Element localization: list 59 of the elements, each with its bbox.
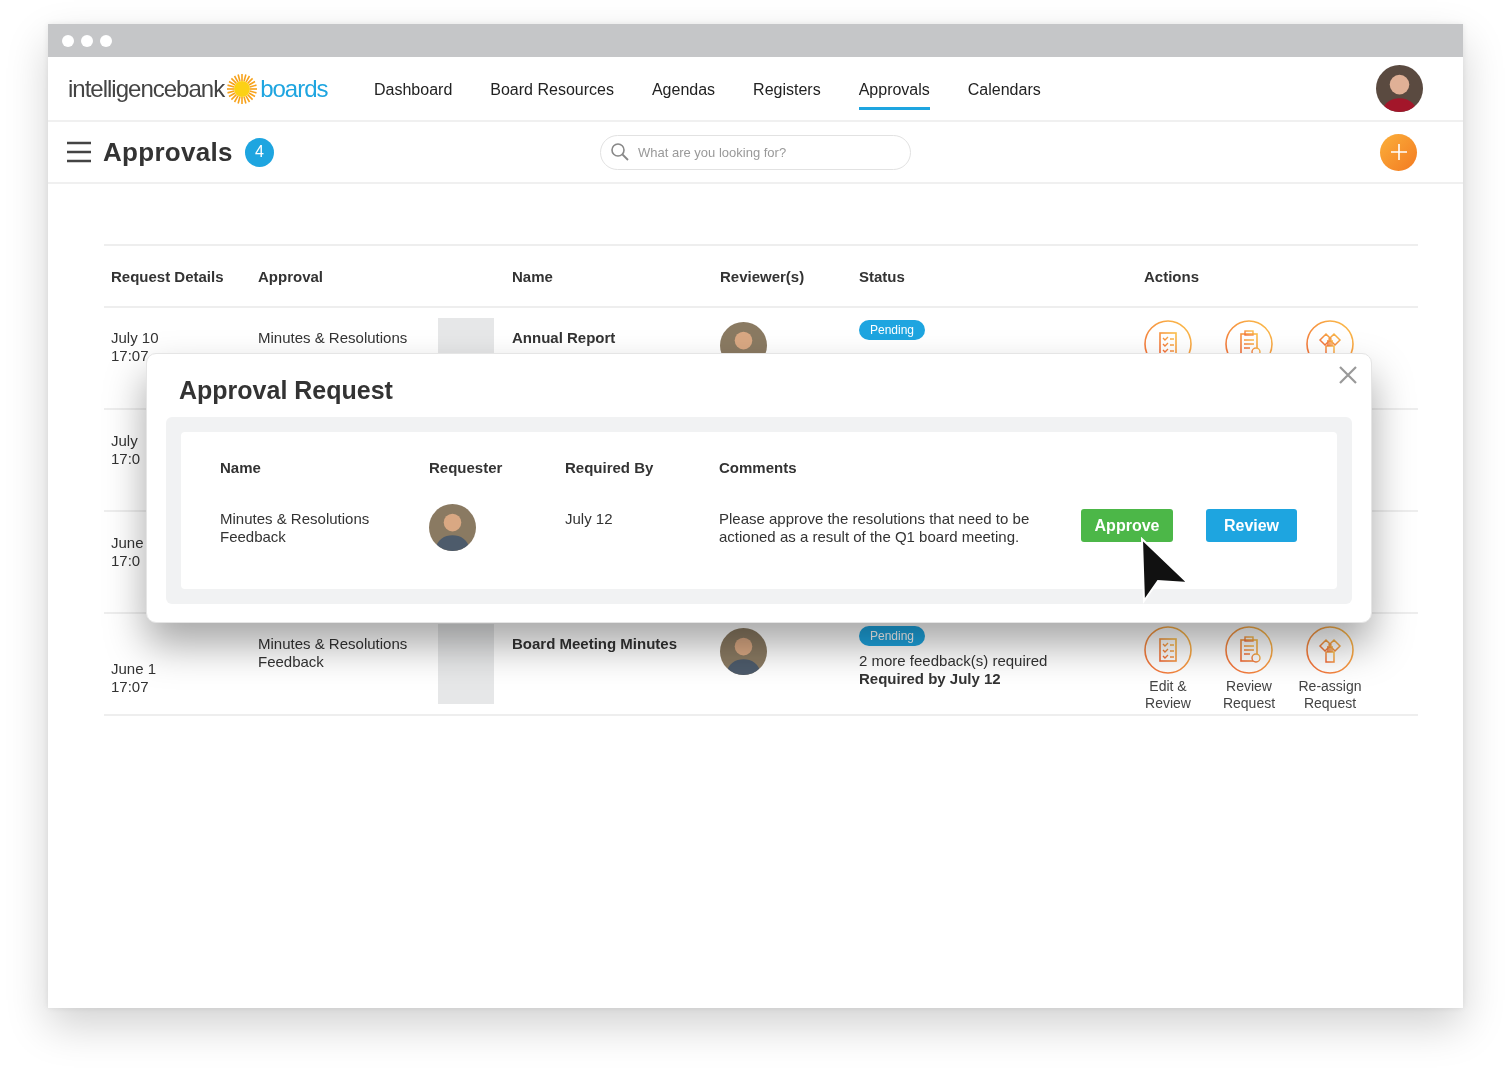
menu-icon[interactable] bbox=[67, 141, 91, 163]
request-name: Minutes & Resolutions Feedback bbox=[220, 510, 370, 545]
document-name: Board Meeting Minutes bbox=[512, 635, 677, 653]
user-avatar bbox=[720, 628, 767, 675]
column-header: Name bbox=[512, 267, 553, 285]
action-button[interactable]: Re-assign Request bbox=[1290, 626, 1370, 712]
plus-icon bbox=[1390, 144, 1407, 160]
time-text: 17:0 bbox=[111, 450, 141, 468]
window-dot-icon bbox=[100, 34, 112, 47]
action-button[interactable]: Edit & Review bbox=[1128, 626, 1208, 712]
document-name: Annual Report bbox=[512, 329, 616, 347]
due-text: Required by July 12 bbox=[859, 670, 1001, 688]
status-note: 2 more feedback(s) required bbox=[859, 652, 1048, 670]
user-avatar[interactable] bbox=[1376, 65, 1423, 112]
sun-logo-icon bbox=[226, 72, 259, 105]
checklist-icon bbox=[1144, 626, 1192, 674]
date-text: June bbox=[111, 534, 144, 552]
user-avatar bbox=[429, 504, 476, 551]
time-text: 17:07 bbox=[111, 347, 149, 365]
count-badge: 4 bbox=[244, 137, 274, 167]
column-header: Request Details bbox=[111, 267, 224, 285]
time-text: 17:0 bbox=[111, 552, 141, 570]
column-header: Reviewer(s) bbox=[720, 267, 805, 285]
clipboard-icon bbox=[1225, 626, 1273, 674]
column-header: Requester bbox=[429, 458, 503, 476]
column-header: Status bbox=[859, 267, 905, 285]
search-icon bbox=[611, 142, 629, 161]
page-title: Approvals bbox=[103, 136, 233, 168]
close-icon bbox=[1339, 366, 1357, 384]
nav-tab[interactable]: Dashboard bbox=[374, 67, 453, 110]
required-date: July 12 bbox=[565, 510, 613, 527]
status-badge: Pending bbox=[859, 626, 926, 646]
column-header: Actions bbox=[1144, 267, 1199, 285]
date-text: June 1 bbox=[111, 660, 157, 678]
nav-tab[interactable]: Approvals bbox=[858, 67, 930, 110]
nav-tab[interactable]: Registers bbox=[753, 67, 821, 110]
column-header: Approval bbox=[258, 267, 323, 285]
logo-product: boards bbox=[260, 74, 328, 103]
add-button[interactable] bbox=[1380, 133, 1417, 171]
hands-icon bbox=[1306, 626, 1354, 674]
date-text: July 10 bbox=[111, 329, 159, 347]
nav-tab[interactable]: Calendars bbox=[967, 67, 1041, 110]
nav-tab[interactable]: Agendas bbox=[651, 67, 716, 110]
window-dot-icon bbox=[81, 34, 93, 47]
nav-tab[interactable]: Board Resources bbox=[490, 67, 614, 110]
action-button[interactable]: Review Request bbox=[1209, 626, 1289, 712]
window-dot-icon bbox=[62, 34, 74, 47]
status-badge: Pending bbox=[859, 320, 926, 340]
column-header: Required By bbox=[565, 458, 654, 476]
date-text: July bbox=[111, 432, 138, 450]
approval-text: Minutes & Resolutions Feedback bbox=[258, 635, 409, 671]
approval-text: Minutes & Resolutions bbox=[258, 329, 408, 347]
dialog-title: Approval Request bbox=[179, 376, 394, 405]
time-text: 17:07 bbox=[111, 678, 149, 696]
logo-wordmark: intelligencebank bbox=[68, 74, 225, 103]
comment-text: Please approve the resolutions that need to be actioned as a result of the Q1 board meeting. bbox=[719, 510, 1030, 545]
column-header: Comments bbox=[719, 458, 797, 476]
column-header: Name bbox=[220, 458, 261, 476]
search-field[interactable]: What are you looking for? bbox=[600, 134, 911, 170]
